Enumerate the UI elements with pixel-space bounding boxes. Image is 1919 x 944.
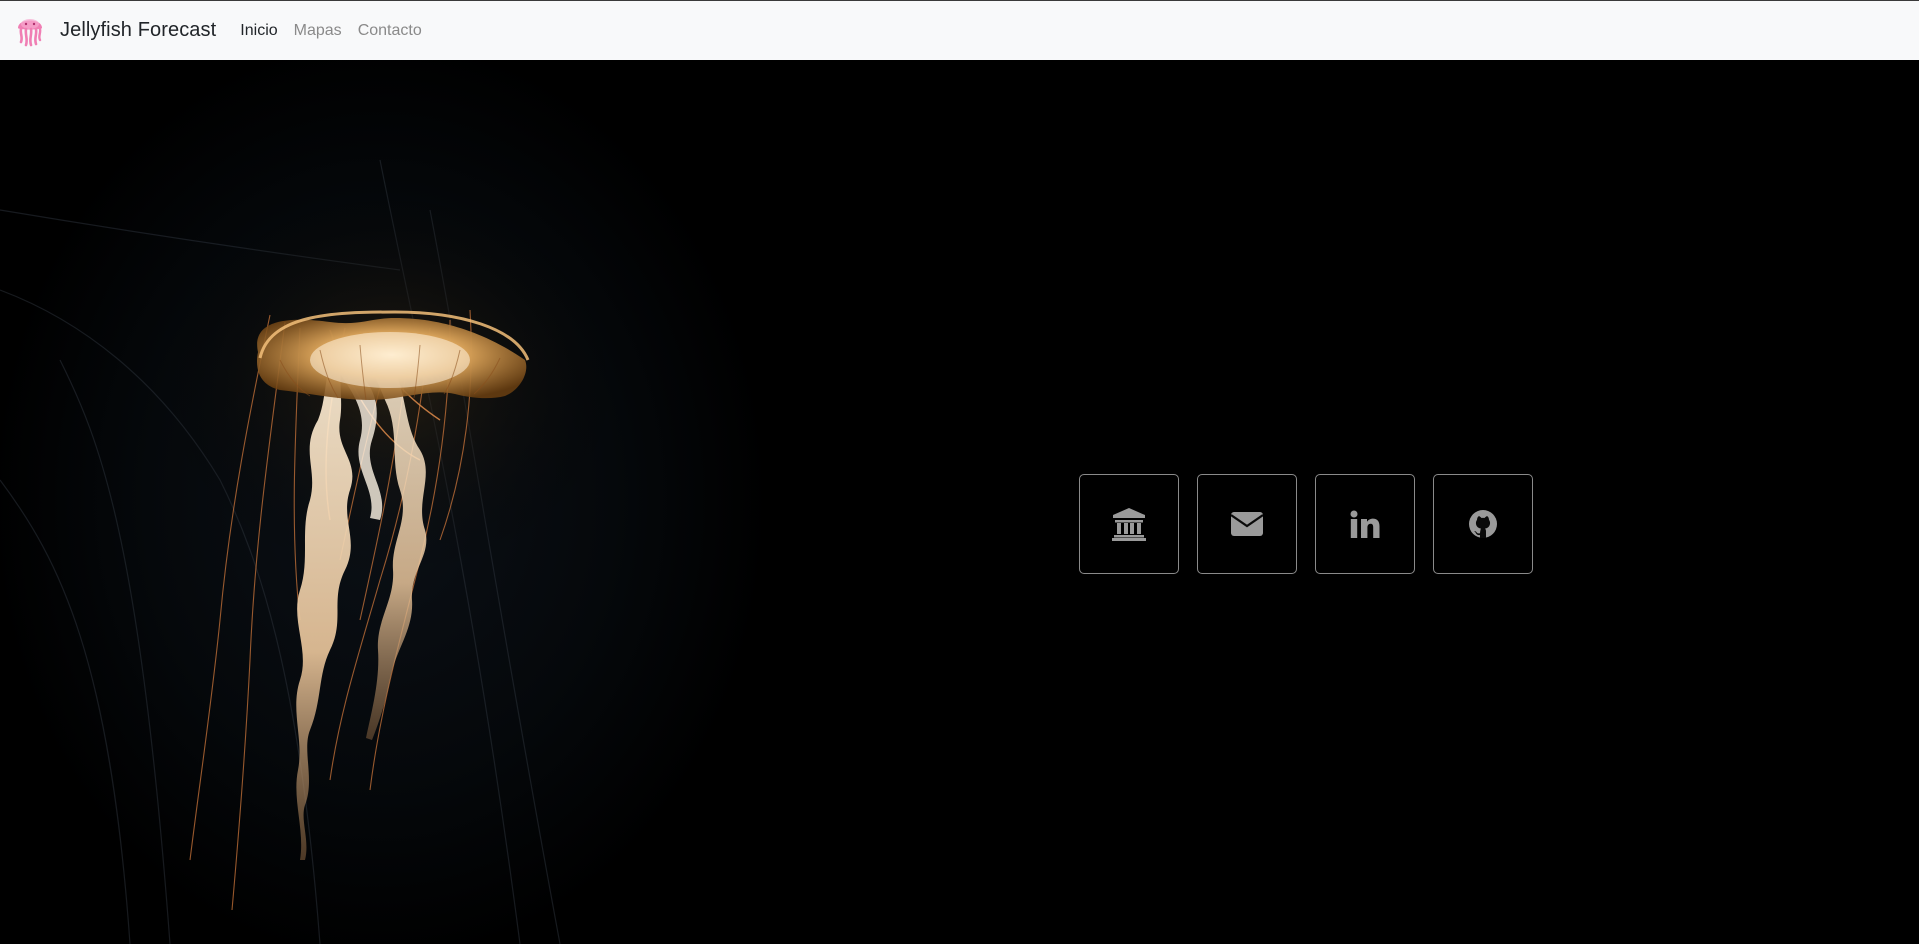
nav-links: Inicio Mapas Contacto xyxy=(240,22,437,40)
nav-link-inicio[interactable]: Inicio xyxy=(240,22,277,40)
email-link-button[interactable] xyxy=(1197,474,1297,574)
jellyfish-icon xyxy=(14,14,46,48)
linkedin-link-button[interactable] xyxy=(1315,474,1415,574)
brand-name: Jellyfish Forecast xyxy=(60,19,217,41)
brand-link[interactable]: Jellyfish Forecast xyxy=(14,14,216,48)
envelope-icon xyxy=(1231,512,1263,536)
navbar: Jellyfish Forecast Inicio Mapas Contacto xyxy=(0,0,1919,60)
github-icon xyxy=(1468,509,1498,539)
nav-link-contacto[interactable]: Contacto xyxy=(358,22,422,40)
hero-section xyxy=(0,60,1919,944)
nav-link-mapas[interactable]: Mapas xyxy=(294,22,342,40)
institution-icon xyxy=(1111,507,1147,541)
social-links xyxy=(1079,474,1533,574)
linkedin-icon xyxy=(1350,510,1380,538)
github-link-button[interactable] xyxy=(1433,474,1533,574)
jellyfish-photo xyxy=(0,159,630,944)
institution-link-button[interactable] xyxy=(1079,474,1179,574)
